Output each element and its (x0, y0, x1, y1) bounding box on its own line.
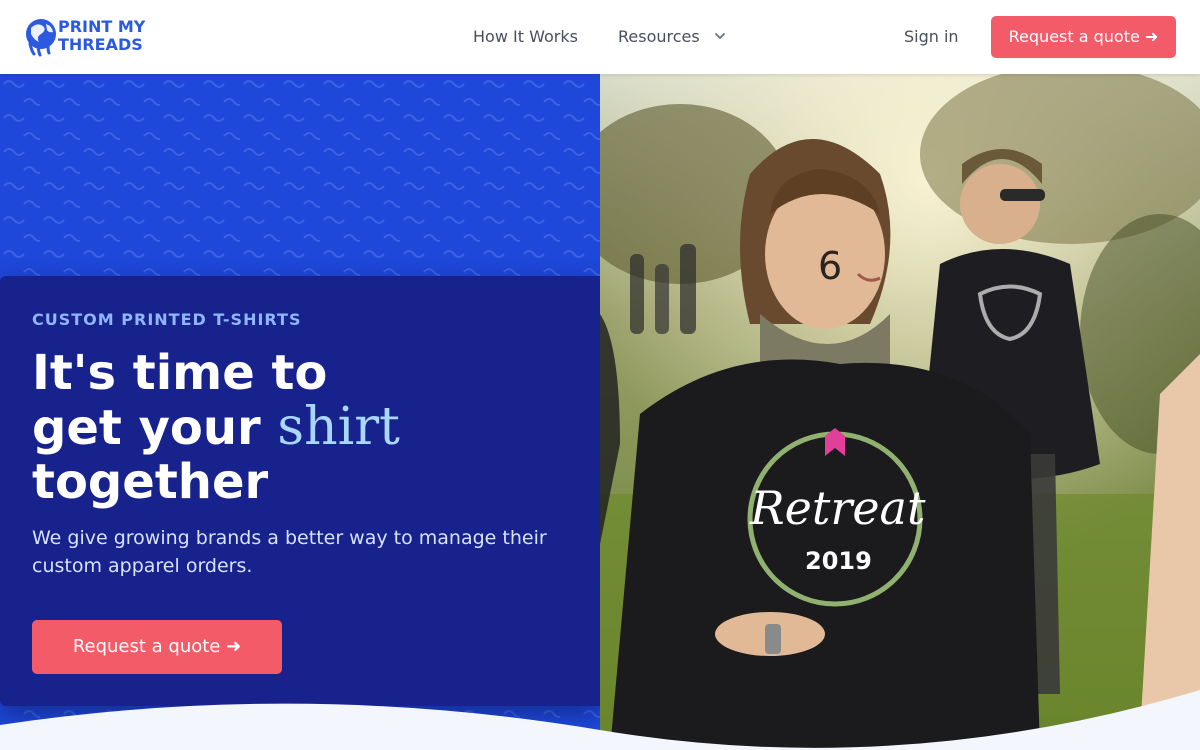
nav-sign-in[interactable]: Sign in (904, 26, 959, 48)
logo-icon: PRINT MY THREADS (26, 17, 146, 57)
hero-left-panel: CUSTOM PRINTED T-SHIRTS It's time to get… (0, 74, 600, 750)
chevron-down-icon (714, 33, 725, 39)
hero-card: CUSTOM PRINTED T-SHIRTS It's time to get… (0, 276, 600, 706)
site-header: PRINT MY THREADS How It Works Resources … (0, 0, 1200, 74)
hero-request-quote-button[interactable]: Request a quote ➜ (32, 620, 282, 674)
hero-headline: It's time to get your shirt together (32, 346, 572, 509)
headline-line-3: together (32, 454, 269, 510)
logo-link[interactable]: PRINT MY THREADS (24, 14, 154, 58)
headline-line-1: It's time to (32, 345, 328, 401)
nav-resources-label: Resources (618, 27, 700, 46)
header-request-quote-button[interactable]: Request a quote ➜ (991, 16, 1176, 58)
hero-photo-illustration: 6 Retreat 2019 (600, 74, 1200, 750)
logo-text-bottom: THREADS (58, 35, 143, 54)
hero-subcopy: We give growing brands a better way to m… (32, 527, 547, 577)
nav-how-it-works[interactable]: How It Works (473, 26, 578, 48)
shirt-print-year: 2019 (805, 547, 872, 575)
shirt-print-text: Retreat (749, 481, 926, 535)
nav-resources[interactable]: Resources (618, 26, 727, 48)
logo-text-top: PRINT MY (58, 17, 146, 36)
hero-eyebrow: CUSTOM PRINTED T-SHIRTS (32, 310, 302, 329)
face-paint-number: 6 (818, 244, 842, 288)
headline-accent-word: shirt (277, 397, 400, 457)
headline-line-2: get your (32, 400, 278, 456)
hero-photo: 6 Retreat 2019 (600, 74, 1200, 750)
hero-bottom-curve (0, 690, 1200, 750)
